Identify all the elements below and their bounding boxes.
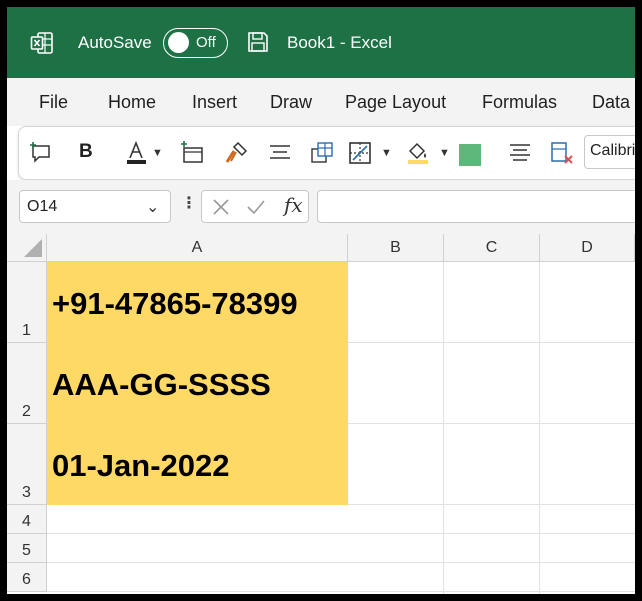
chevron-down-icon[interactable]: ▼ <box>439 147 450 159</box>
row-header-5[interactable]: 5 <box>7 534 47 563</box>
cell-a2[interactable]: AAA-GG-SSSS <box>47 343 348 424</box>
column-header-b[interactable]: B <box>348 234 444 262</box>
row-header-2[interactable]: 2 <box>7 343 47 424</box>
font-color-icon[interactable] <box>124 140 150 166</box>
ribbon-toolbar: B ▼ ▼ ▼ Calibri <box>18 126 635 180</box>
new-comment-icon[interactable] <box>29 140 55 166</box>
enter-check-icon[interactable] <box>246 198 266 216</box>
chevron-down-icon[interactable]: ▼ <box>381 147 392 159</box>
chevron-down-icon[interactable]: ▼ <box>152 147 163 159</box>
title-bar: AutoSave Off Book1 - Excel <box>7 7 635 78</box>
formula-bar-row: O14 ⌄ ⋮ fx <box>7 180 635 234</box>
excel-logo-icon <box>30 32 53 54</box>
row-header-1[interactable]: 1 <box>7 262 47 343</box>
menu-draw[interactable]: Draw <box>270 92 312 113</box>
more-options-icon[interactable]: ⋮ <box>181 193 197 213</box>
select-all-corner[interactable] <box>7 234 47 262</box>
borders-icon[interactable] <box>347 140 373 166</box>
document-title: Book1 - Excel <box>287 33 392 52</box>
column-header-a[interactable]: A <box>47 234 348 262</box>
excel-window: AutoSave Off Book1 - Excel File Home Ins… <box>7 7 635 594</box>
menu-home[interactable]: Home <box>108 92 156 113</box>
autosave-label: AutoSave <box>78 33 152 52</box>
spreadsheet-grid: A B C D 1 2 3 4 5 6 +91-47865-78399 AAA-… <box>7 234 635 594</box>
cancel-icon[interactable] <box>212 198 230 216</box>
menu-data[interactable]: Data <box>592 92 630 113</box>
cell-a1[interactable]: +91-47865-78399 <box>47 262 348 343</box>
cell-a3[interactable]: 01-Jan-2022 <box>47 424 348 505</box>
menu-file[interactable]: File <box>39 92 68 113</box>
autosave-state: Off <box>196 34 216 51</box>
column-header-c[interactable]: C <box>444 234 540 262</box>
chevron-down-icon[interactable]: ⌄ <box>146 197 159 217</box>
format-painter-icon[interactable] <box>223 140 249 166</box>
row-header-3[interactable]: 3 <box>7 424 47 505</box>
name-box[interactable]: O14 ⌄ <box>19 190 171 223</box>
autosave-toggle[interactable]: Off <box>163 28 228 58</box>
row-header-6[interactable]: 6 <box>7 563 47 592</box>
toggle-knob <box>168 32 189 53</box>
formula-input[interactable] <box>317 190 635 223</box>
fill-color-swatch[interactable] <box>459 144 481 166</box>
clear-formatting-icon[interactable] <box>549 140 575 166</box>
menu-insert[interactable]: Insert <box>192 92 237 113</box>
align-center-icon[interactable] <box>267 140 293 166</box>
save-icon[interactable] <box>246 30 270 54</box>
fill-color-icon[interactable] <box>405 140 431 166</box>
align-left-icon[interactable] <box>507 140 533 166</box>
menu-page-layout[interactable]: Page Layout <box>345 92 446 113</box>
insert-function-icon[interactable]: fx <box>284 193 303 217</box>
format-as-table-icon[interactable] <box>309 140 335 166</box>
insert-cells-icon[interactable] <box>179 140 205 166</box>
bold-button[interactable]: B <box>79 141 93 163</box>
row-header-4[interactable]: 4 <box>7 505 47 534</box>
menu-bar: File Home Insert Draw Page Layout Formul… <box>7 78 635 126</box>
formula-controls: fx <box>201 190 309 223</box>
font-name-box[interactable]: Calibri <box>584 135 635 169</box>
menu-formulas[interactable]: Formulas <box>482 92 557 113</box>
column-header-d[interactable]: D <box>540 234 635 262</box>
name-box-value: O14 <box>27 198 58 215</box>
